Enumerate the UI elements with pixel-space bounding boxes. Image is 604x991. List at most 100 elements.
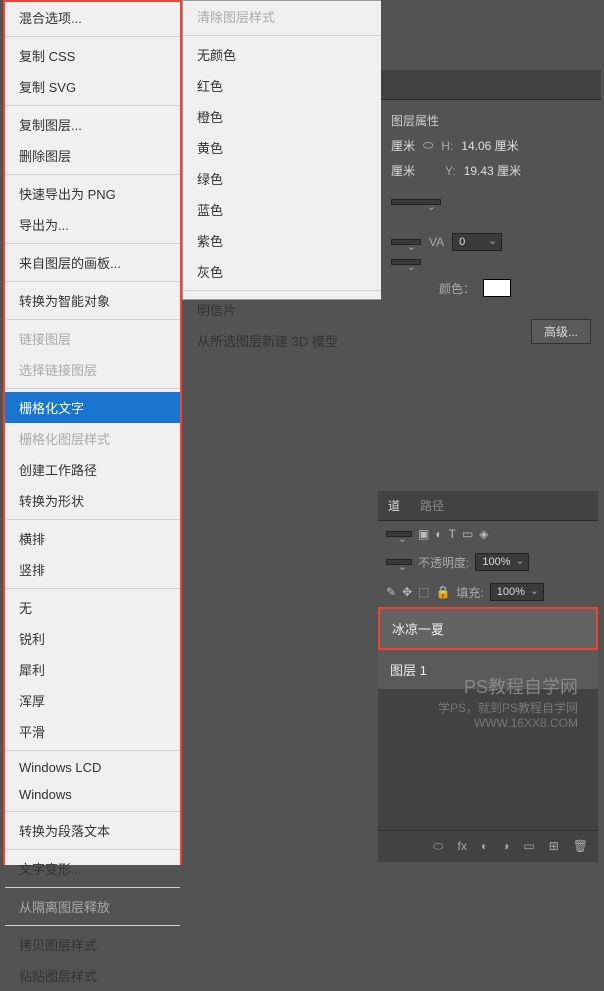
menu-item[interactable]: 快速导出为 PNG [5, 178, 180, 209]
context-menu-sub: 清除图层样式无颜色红色橙色黄色绿色蓝色紫色灰色明信片从所选图层新建 3D 模型 [182, 0, 384, 300]
menu-item[interactable]: 文字变形... [5, 853, 180, 884]
unit-value: 厘米 [391, 137, 415, 154]
properties-title-text: 图层属性 [391, 112, 439, 129]
lock-move-icon[interactable]: ✥ [402, 585, 412, 599]
lock-icon[interactable]: ✎ [386, 585, 396, 599]
mask-icon[interactable]: ◐ [481, 839, 488, 854]
menu-item[interactable]: 蓝色 [183, 194, 383, 225]
menu-item: 选择链接图层 [5, 354, 180, 385]
menu-separator [5, 174, 180, 175]
menu-item[interactable]: 粘贴图层样式 [5, 960, 180, 991]
menu-separator [5, 750, 180, 751]
menu-item[interactable]: 浑厚 [5, 685, 180, 716]
layer-item-selected[interactable]: 冰凉一夏 [378, 607, 598, 650]
new-layer-icon[interactable]: ⊞ [549, 839, 559, 854]
group-icon[interactable]: ▭ [523, 839, 534, 854]
unit-value-2: 厘米 [391, 162, 415, 179]
h-label: H: [441, 139, 453, 153]
tab-paths[interactable]: 路径 [410, 491, 454, 520]
menu-item[interactable]: 拷贝图层样式 [5, 929, 180, 960]
menu-item[interactable]: 复制 CSS [5, 40, 180, 71]
menu-separator [5, 319, 180, 320]
menu-item[interactable]: 转换为智能对象 [5, 285, 180, 316]
menu-item[interactable]: 复制 SVG [5, 71, 180, 102]
layer-name-2: 图层 1 [390, 663, 427, 678]
menu-item[interactable]: 来自图层的画板... [5, 247, 180, 278]
dropdown-3[interactable] [391, 259, 421, 265]
y-label: Y: [445, 164, 456, 178]
context-menu-main: 混合选项... 复制 CSS复制 SVG 复制图层...删除图层快速导出为 PNG导… [3, 0, 182, 865]
layers-panel: 道 路径 ▣ ◐ T ▭ ◈ 不透明度: 100% ✎ ✥ ⬚ 🔒 填充: 10… [378, 491, 598, 862]
menu-item[interactable]: 明信片 [183, 294, 383, 325]
properties-title: 图层属性 [391, 108, 591, 133]
menu-separator [5, 887, 180, 888]
filter-shape-icon[interactable]: ▭ [462, 527, 473, 541]
watermark: PS教程自学网 学PS，就到PS教程自学网 WWW.16XX8.COM [438, 673, 578, 730]
menu-item[interactable]: 犀利 [5, 654, 180, 685]
lock-artboard-icon[interactable]: ⬚ [418, 585, 429, 599]
tab-channels[interactable]: 道 [378, 491, 410, 520]
va-label: VA [429, 235, 444, 249]
menu-item[interactable]: 混合选项... [5, 2, 180, 33]
menu-separator [5, 588, 180, 589]
menu-item[interactable]: 栅格化文字 [5, 392, 180, 423]
menu-item[interactable]: 锐利 [5, 623, 180, 654]
menu-separator [5, 849, 180, 850]
blend-mode-dropdown[interactable] [386, 559, 412, 565]
fx-icon[interactable]: fx [458, 839, 467, 854]
layer-name-1: 冰凉一夏 [392, 622, 444, 637]
menu-item[interactable]: 复制图层... [5, 109, 180, 140]
menu-item[interactable]: 橙色 [183, 101, 383, 132]
menu-item[interactable]: Windows [5, 781, 180, 808]
layers-footer: ⬭ fx ◐ ◑ ▭ ⊞ 🗑 [378, 830, 598, 862]
fill-label: 填充: [456, 584, 483, 601]
menu-separator [5, 36, 180, 37]
dropdown-1[interactable] [391, 199, 441, 205]
opacity-value[interactable]: 100% [475, 553, 529, 571]
menu-separator [5, 811, 180, 812]
menu-item[interactable]: 紫色 [183, 225, 383, 256]
color-swatch[interactable] [483, 279, 511, 297]
menu-separator [5, 519, 180, 520]
lock-all-icon[interactable]: 🔒 [435, 585, 450, 599]
menu-item[interactable]: Windows LCD [5, 754, 180, 781]
watermark-title: PS教程自学网 [438, 673, 578, 699]
advanced-button[interactable]: 高级... [531, 319, 591, 344]
menu-item[interactable]: 转换为段落文本 [5, 815, 180, 846]
menu-item[interactable]: 竖排 [5, 554, 180, 585]
menu-item: 链接图层 [5, 323, 180, 354]
menu-item[interactable]: 创建工作路径 [5, 454, 180, 485]
fill-value[interactable]: 100% [490, 583, 544, 601]
adjustment-icon[interactable]: ◑ [502, 839, 509, 854]
menu-separator [5, 388, 180, 389]
filter-smart-icon[interactable]: ◈ [479, 527, 488, 541]
menu-item[interactable]: 横排 [5, 523, 180, 554]
filter-image-icon[interactable]: ▣ [418, 527, 429, 541]
menu-item: 从隔离图层释放 [5, 891, 180, 922]
menu-separator [5, 281, 180, 282]
menu-item[interactable]: 转换为形状 [5, 485, 180, 516]
menu-item[interactable]: 黄色 [183, 132, 383, 163]
menu-item[interactable]: 无 [5, 592, 180, 623]
properties-tab-bar: 道 [381, 70, 601, 100]
filter-adjust-icon[interactable]: ◐ [435, 527, 442, 541]
menu-separator [5, 243, 180, 244]
menu-item[interactable]: 删除图层 [5, 140, 180, 171]
menu-item[interactable]: 灰色 [183, 256, 383, 287]
menu-item[interactable]: 导出为... [5, 209, 180, 240]
va-dropdown[interactable]: 0 [452, 233, 502, 251]
link-layers-icon[interactable]: ⬭ [433, 839, 443, 854]
link-icon[interactable]: ⬭ [423, 138, 433, 153]
menu-item[interactable]: 无颜色 [183, 39, 383, 70]
color-label: 颜色： [439, 280, 475, 297]
dropdown-2[interactable] [391, 239, 421, 245]
menu-item[interactable]: 平滑 [5, 716, 180, 747]
h-value: 14.06 厘米 [461, 137, 518, 154]
menu-item[interactable]: 绿色 [183, 163, 383, 194]
layer-filter-dropdown[interactable] [386, 531, 412, 537]
menu-item[interactable]: 从所选图层新建 3D 模型 [183, 325, 383, 356]
filter-text-icon[interactable]: T [449, 527, 456, 541]
trash-icon[interactable]: 🗑 [573, 839, 588, 854]
menu-item[interactable]: 红色 [183, 70, 383, 101]
watermark-line2: WWW.16XX8.COM [438, 716, 578, 730]
